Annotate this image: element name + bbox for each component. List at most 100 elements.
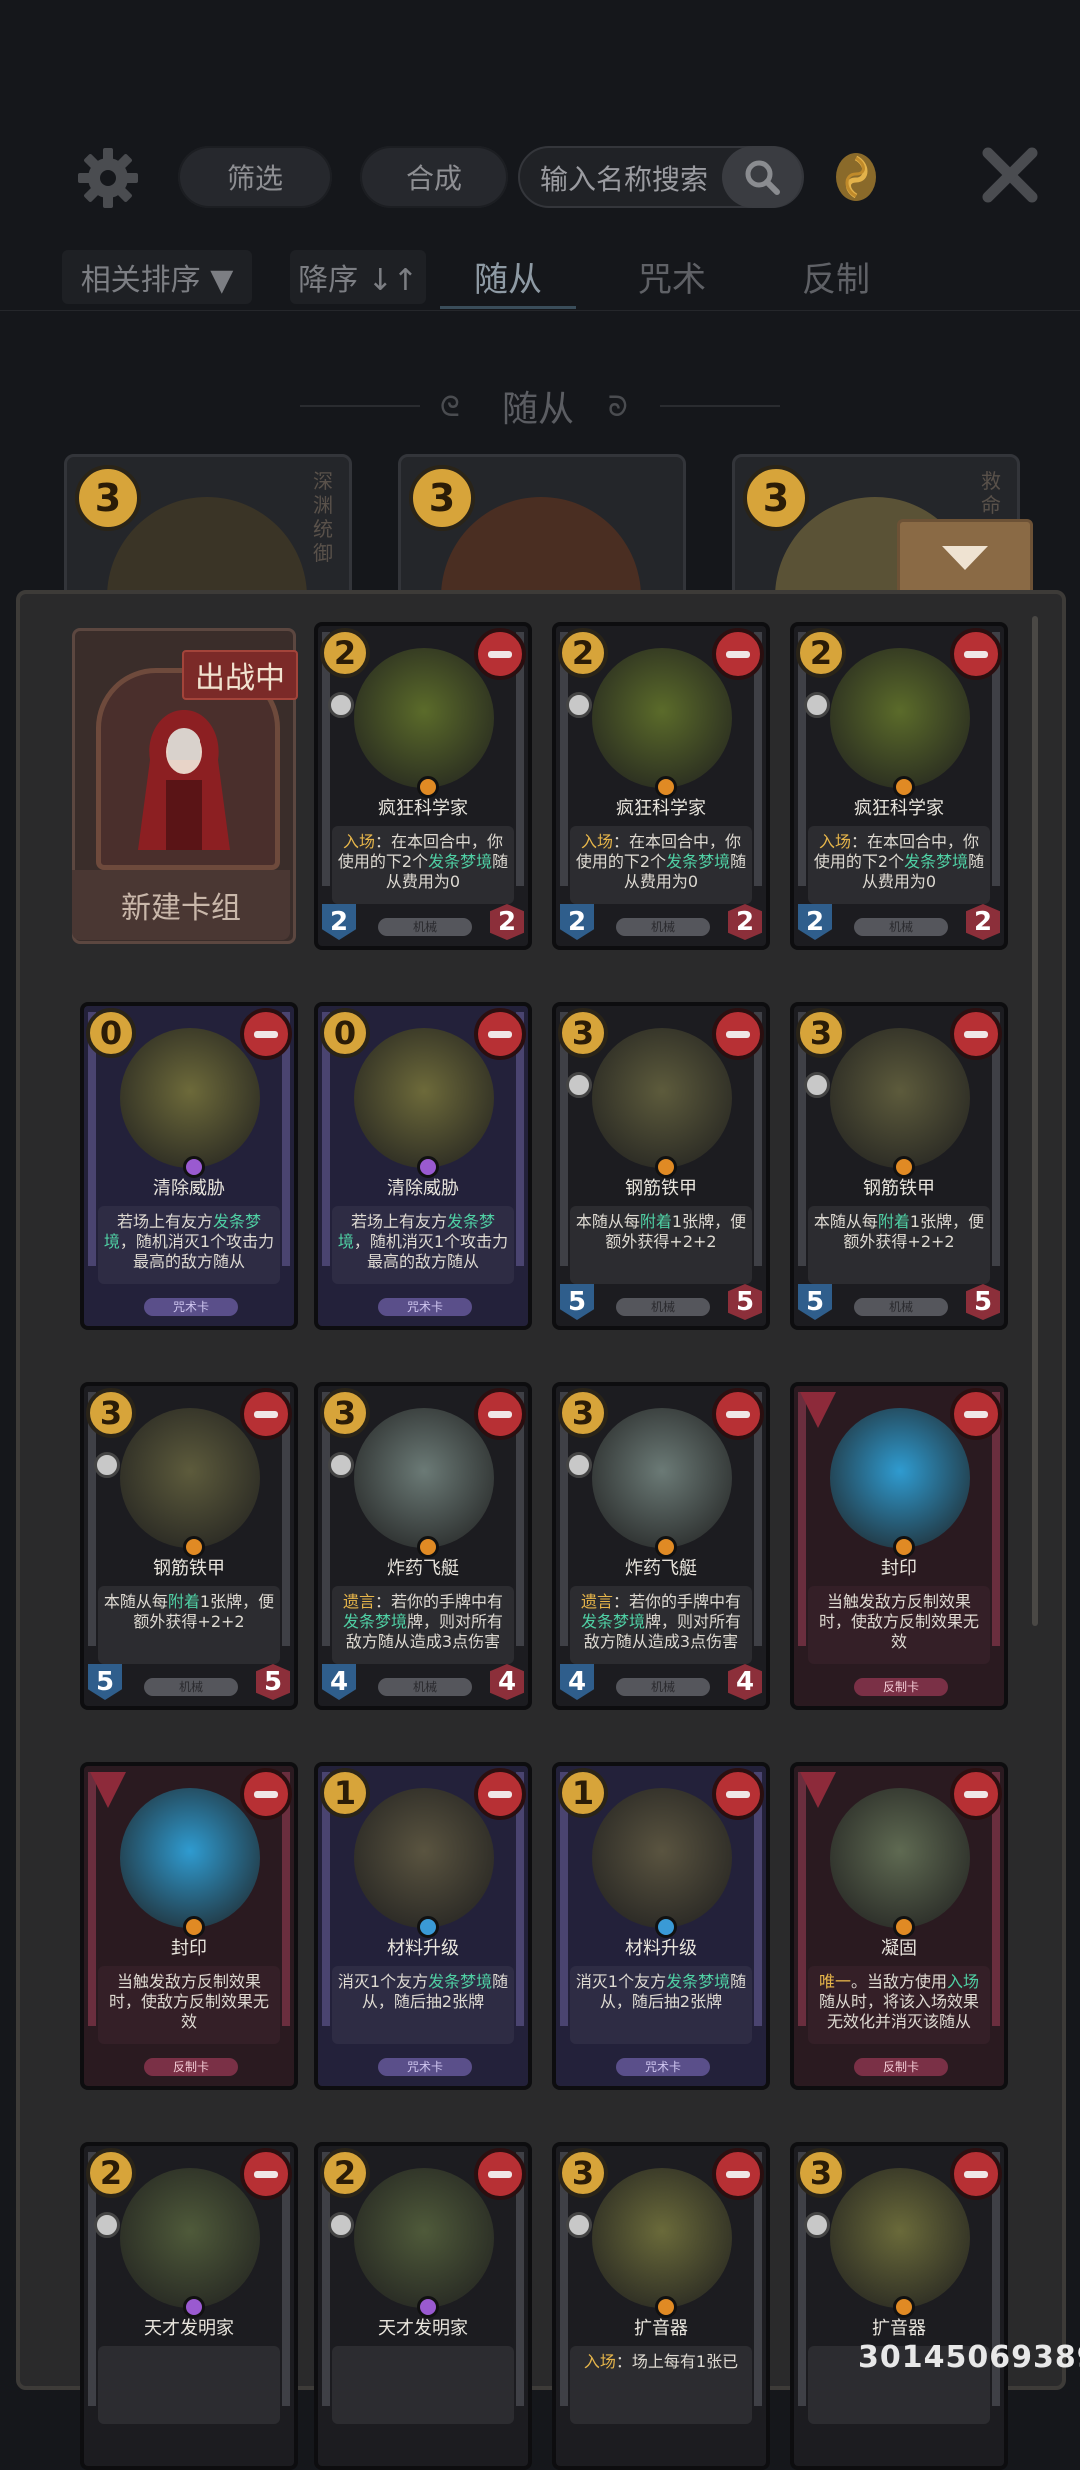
swirl-currency-icon[interactable] [832,150,880,204]
cost-badge: 3 [796,1008,846,1058]
keyword-highlight: 发条梦境 [904,852,969,871]
search-icon [745,160,780,195]
card-art [354,648,494,788]
card-description: 当触发敌方反制效果时，使敌方反制效果无效 [808,1586,990,1664]
card-name: 凝固 [881,1938,917,1959]
card-art [592,2168,732,2308]
tab-spell[interactable]: 咒术 [638,252,706,301]
remove-card-button[interactable] [474,2148,526,2200]
description-text-tail: ，随机消灭1个攻击力最高的敌方随从 [353,1232,509,1271]
settings-gear-icon[interactable] [76,146,140,210]
deck-card-item[interactable]: 0 清除威胁 若场上有友方发条梦境，随机消灭1个攻击力最高的敌方随从 咒术卡 [314,1002,532,1330]
description-text: 若场上有友方 [116,1212,213,1231]
card-description: 消灭1个友方发条梦境随从，随后抽2张牌 [570,1966,752,2044]
card-type-label: 机械 [854,1298,948,1316]
description-text-tail: 随从时，将该入场效果无效化并消灭该随从 [818,1992,979,2031]
filter-button[interactable]: 筛选 [178,146,332,208]
deck-card-item[interactable]: 2 疯狂科学家 入场：在本回合中，你使用的下2个发条梦境随从费用为0 机械 2 2 [314,622,532,950]
collection-card[interactable]: 3 深渊统御 [64,454,352,600]
remove-card-button[interactable] [950,1388,1002,1440]
deck-card-item[interactable]: 3 扩音器 [790,2142,1008,2470]
section-divider-left [300,405,420,407]
card-type-label: 咒术卡 [378,2058,472,2076]
description-text: 本随从每 [813,1212,878,1231]
remove-card-button[interactable] [712,1008,764,1060]
description-text-tail: ，随机消灭1个攻击力最高的敌方随从 [119,1232,275,1271]
tribe-gear-icon [94,1452,120,1478]
remove-card-button[interactable] [474,628,526,680]
health-value: 5 [966,1284,1000,1320]
remove-card-button[interactable] [712,2148,764,2200]
close-icon[interactable] [980,145,1040,205]
deck-card-item[interactable]: 3 钢筋铁甲 本随从每附着1张牌，便额外获得+2+2 机械 5 5 [552,1002,770,1330]
description-text: 当触发敌方反制效果时，使敌方反制效果无效 [818,1592,979,1651]
watermark-id: 30145069389 [858,2340,1080,2375]
deck-card-item[interactable]: 2 疯狂科学家 入场：在本回合中，你使用的下2个发条梦境随从费用为0 机械 2 2 [790,622,1008,950]
card-art [592,1028,732,1168]
attack-value: 2 [798,904,832,940]
card-name: 炸药飞艇 [625,1558,697,1579]
deck-card-item[interactable]: 3 钢筋铁甲 本随从每附着1张牌，便额外获得+2+2 机械 5 5 [80,1382,298,1710]
deck-card-item[interactable]: 1 材料升级 消灭1个友方发条梦境随从，随后抽2张牌 咒术卡 [314,1762,532,2090]
search-button[interactable] [722,146,802,208]
remove-card-button[interactable] [712,1388,764,1440]
remove-card-button[interactable] [240,1008,292,1060]
card-name: 钢筋铁甲 [863,1178,935,1199]
card-type-label: 反制卡 [144,2058,238,2076]
remove-card-button[interactable] [240,1388,292,1440]
card-type-label: 机械 [378,918,472,936]
scrollbar[interactable] [1032,616,1038,1626]
remove-card-button[interactable] [712,1768,764,1820]
cost-badge: 0 [320,1008,370,1058]
deck-card-item[interactable]: 3 钢筋铁甲 本随从每附着1张牌，便额外获得+2+2 机械 5 5 [790,1002,1008,1330]
keyword-highlight: 附着 [877,1212,910,1231]
deck-card-item[interactable]: 2 疯狂科学家 入场：在本回合中，你使用的下2个发条梦境随从费用为0 机械 2 2 [552,622,770,950]
card-art [830,1028,970,1168]
tab-minion[interactable]: 随从 [474,252,542,301]
collapse-panel-button[interactable] [897,519,1033,597]
collection-card[interactable]: 3 [398,454,686,600]
card-name: 疯狂科学家 [854,798,944,819]
tribe-gear-icon [328,692,354,718]
deck-card-item[interactable]: 凝固 唯一。当敌方使用入场随从时，将该入场效果无效化并消灭该随从 反制卡 [790,1762,1008,2090]
card-art [830,1788,970,1928]
card-name: 清除威胁 [387,1178,459,1199]
card-description [332,2346,514,2424]
deck-card-item[interactable]: 封印 当触发敌方反制效果时，使敌方反制效果无效 反制卡 [80,1762,298,2090]
card-type-label: 反制卡 [854,2058,948,2076]
remove-card-button[interactable] [950,1768,1002,1820]
deck-card-item[interactable]: 1 材料升级 消灭1个友方发条梦境随从，随后抽2张牌 咒术卡 [552,1762,770,2090]
deck-card-item[interactable]: 2 天才发明家 [314,2142,532,2470]
card-description: 入场：在本回合中，你使用的下2个发条梦境随从费用为0 [808,826,990,904]
remove-card-button[interactable] [474,1388,526,1440]
craft-button[interactable]: 合成 [360,146,508,208]
cost-badge: 3 [558,2148,608,2198]
deck-card-item[interactable]: 3 扩音器 入场：场上每有1张已 [552,2142,770,2470]
deck-card-item[interactable]: 0 清除威胁 若场上有友方发条梦境，随机消灭1个攻击力最高的敌方随从 咒术卡 [80,1002,298,1330]
cost-badge: 3 [86,1388,136,1438]
sort-relevance-dropdown[interactable]: 相关排序 ▼ [62,250,252,304]
description-text: 消灭1个友方 [337,1972,429,1991]
sort-order-toggle[interactable]: 降序 ↓↑ [290,250,426,304]
remove-card-button[interactable] [474,1008,526,1060]
attack-value: 5 [88,1664,122,1700]
keyword-highlight: 发条梦境 [666,852,731,871]
remove-card-button[interactable] [950,2148,1002,2200]
remove-card-button[interactable] [240,2148,292,2200]
deck-card-item[interactable]: 3 炸药飞艇 遗言：若你的手牌中有发条梦境牌，则对所有敌方随从造成3点伤害 机械 4 4 [314,1382,532,1710]
remove-card-button[interactable] [950,1008,1002,1060]
remove-card-button[interactable] [950,628,1002,680]
card-art [354,1408,494,1548]
tribe-gear-icon [566,692,592,718]
card-description: 本随从每附着1张牌，便额外获得+2+2 [808,1206,990,1284]
cost-badge: 0 [86,1008,136,1058]
deck-card-item[interactable]: 3 炸药飞艇 遗言：若你的手牌中有发条梦境牌，则对所有敌方随从造成3点伤害 机械 4 4 [552,1382,770,1710]
remove-card-button[interactable] [240,1768,292,1820]
remove-card-button[interactable] [712,628,764,680]
remove-card-button[interactable] [474,1768,526,1820]
deck-card-item[interactable]: 封印 当触发敌方反制效果时，使敌方反制效果无效 反制卡 [790,1382,1008,1710]
card-name: 钢筋铁甲 [153,1558,225,1579]
tab-counter[interactable]: 反制 [802,252,870,301]
card-name: 疯狂科学家 [378,798,468,819]
deck-card-item[interactable]: 2 天才发明家 [80,2142,298,2470]
